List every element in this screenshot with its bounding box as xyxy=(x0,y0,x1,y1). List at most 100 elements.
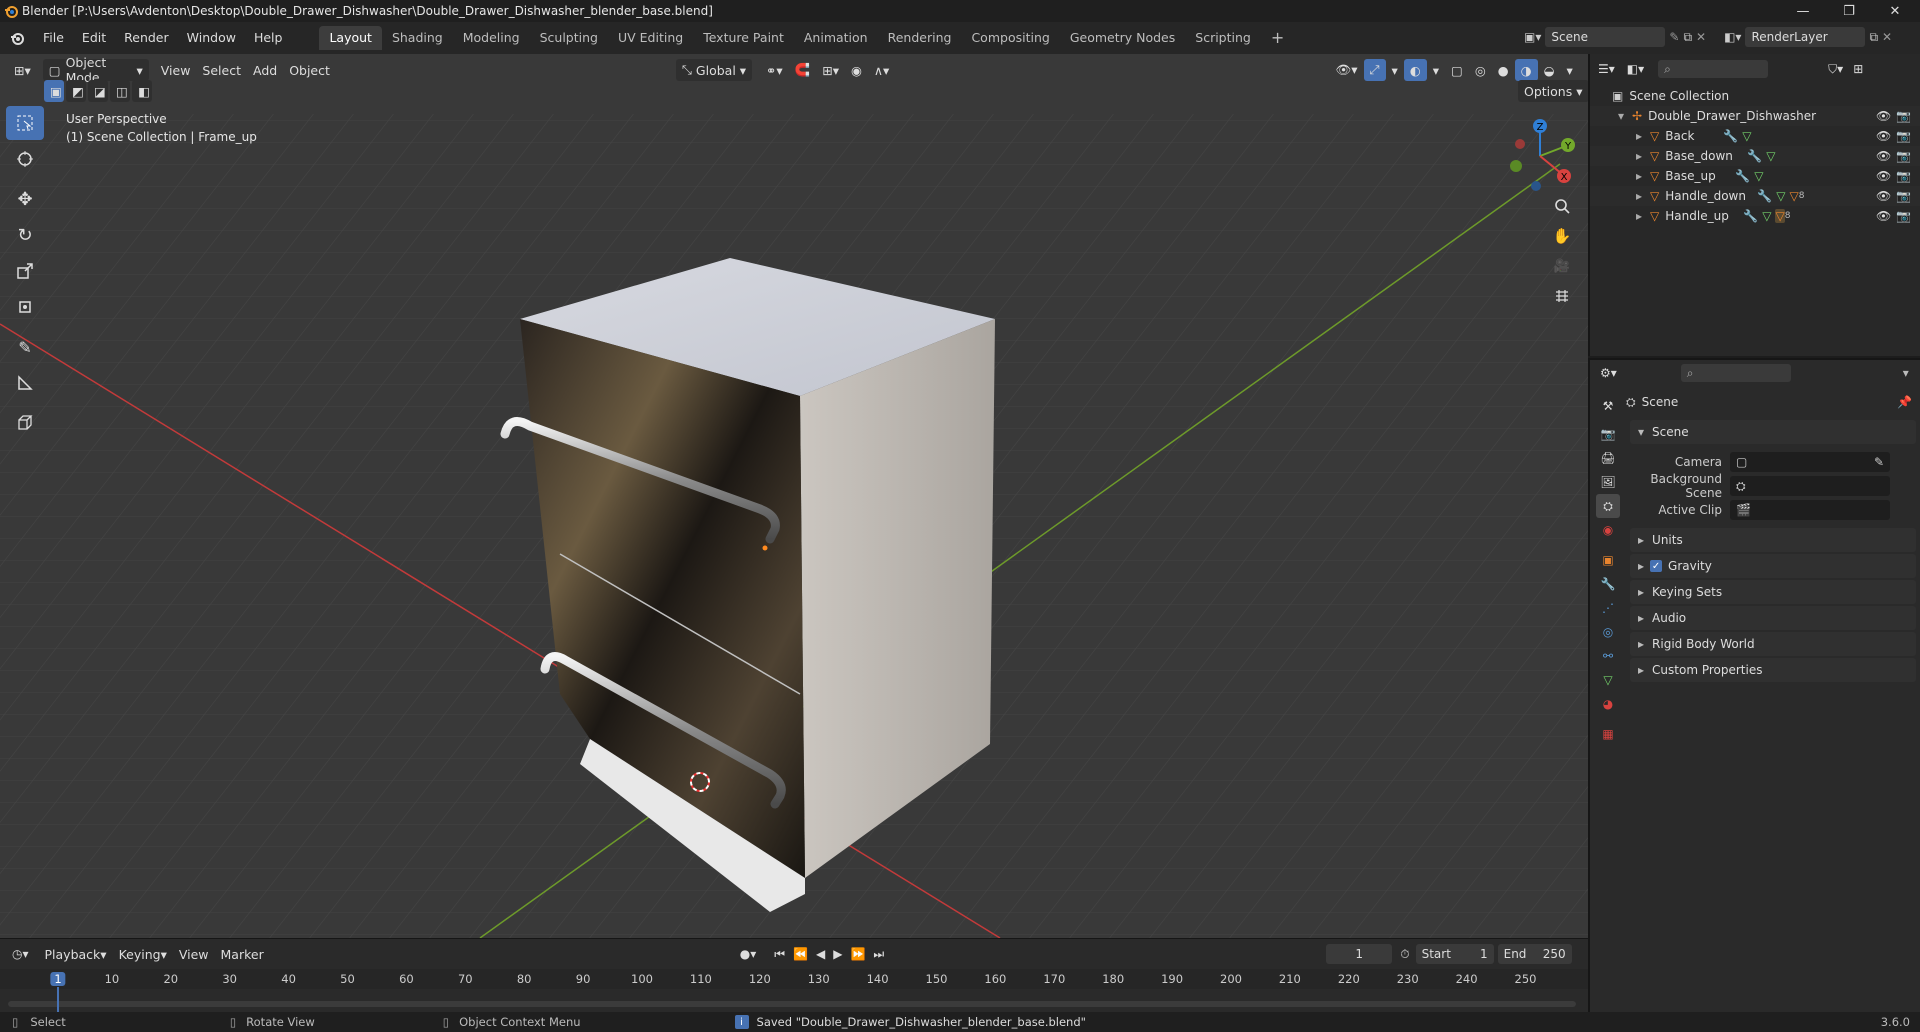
measure-tool-icon[interactable] xyxy=(6,366,44,400)
tab-rendering[interactable]: Rendering xyxy=(878,26,962,50)
zoom-icon[interactable] xyxy=(1548,192,1576,220)
modifier-wrench-icon[interactable]: 🔧 xyxy=(1757,189,1772,203)
data-tab-icon[interactable]: ▽ xyxy=(1596,668,1620,692)
scene-selector[interactable]: Scene xyxy=(1545,27,1666,47)
shading-dropdown-icon[interactable]: ▾ xyxy=(1561,59,1579,81)
gravity-checkbox[interactable]: ✓ xyxy=(1650,560,1663,572)
frame-ruler[interactable]: 1 10 20 30 40 50 60 70 80 90 100 110 120 130 140 150 160… xyxy=(0,969,1588,989)
gizmo-dropdown-icon[interactable]: ▾ xyxy=(1386,59,1404,81)
tab-layout[interactable]: Layout xyxy=(319,26,382,50)
collection-row[interactable]: ▾ ✢ Double_Drawer_Dishwasher 👁 📷 xyxy=(1590,106,1920,126)
maximize-icon[interactable]: ❐ xyxy=(1826,0,1872,22)
scene-tab-icon[interactable]: ⛭ xyxy=(1596,494,1620,518)
blender-menu-icon[interactable] xyxy=(0,30,34,46)
menu-file[interactable]: File xyxy=(34,26,73,50)
view-layer-icon[interactable]: ◧▾ xyxy=(1724,30,1741,44)
menu-timeline-view[interactable]: View xyxy=(173,943,215,965)
material-tab-icon[interactable]: ◕ xyxy=(1596,692,1620,716)
display-mode-icon[interactable]: ◧▾ xyxy=(1627,62,1644,76)
solid-shading-icon[interactable]: ● xyxy=(1492,59,1515,81)
select-box-tool-icon[interactable] xyxy=(6,106,44,140)
tool-tab-icon[interactable]: ⚒ xyxy=(1596,394,1620,418)
render-camera-icon[interactable]: 📷 xyxy=(1896,209,1911,223)
panel-options-icon[interactable]: ▾ xyxy=(1903,366,1909,380)
move-tool-icon[interactable]: ✥ xyxy=(6,182,44,216)
end-frame-field[interactable]: End 250 xyxy=(1497,944,1572,964)
tab-animation[interactable]: Animation xyxy=(794,26,878,50)
constraints-tab-icon[interactable]: ⚯ xyxy=(1596,644,1620,668)
outliner-item-base-up[interactable]: ▸ ▽ Base_up 🔧 ▽ 👁 📷 xyxy=(1590,166,1920,186)
orientation-dropdown[interactable]: ⤡ Global ▾ xyxy=(675,59,752,81)
delete-scene-icon[interactable]: ✕ xyxy=(1696,30,1706,44)
material-icon[interactable]: ▽ xyxy=(1789,189,1798,203)
select-extend-icon[interactable]: ◩ xyxy=(66,80,86,102)
menu-object[interactable]: Object xyxy=(283,59,336,81)
visibility-eye-icon[interactable]: 👁 xyxy=(1876,189,1891,203)
new-scene-icon[interactable]: ⧉ xyxy=(1683,30,1692,45)
mesh-data-icon[interactable]: ▽ xyxy=(1762,209,1771,223)
tab-sculpting[interactable]: Sculpting xyxy=(530,26,608,50)
expand-arrow-icon[interactable]: ▸ xyxy=(1636,129,1642,143)
menu-window[interactable]: Window xyxy=(178,26,245,50)
modifier-wrench-icon[interactable]: 🔧 xyxy=(1723,129,1738,143)
pivot-icon[interactable]: ⚭▾ xyxy=(760,59,789,81)
properties-editor-icon[interactable]: ⚙▾ xyxy=(1600,366,1617,380)
xray-icon[interactable]: ▢ xyxy=(1445,59,1469,81)
properties-search-input[interactable]: ⌕ xyxy=(1680,364,1791,382)
camera-view-icon[interactable]: 🎥 xyxy=(1548,252,1576,280)
camera-field[interactable]: ▢ ✎ xyxy=(1730,452,1890,472)
play-reverse-icon[interactable]: ◀ xyxy=(816,947,825,961)
modifier-wrench-icon[interactable]: 🔧 xyxy=(1735,169,1750,183)
3d-viewport[interactable]: User Perspective (1) Scene Collection | … xyxy=(0,54,1588,938)
menu-edit[interactable]: Edit xyxy=(73,26,115,50)
mesh-data-icon[interactable]: ▽ xyxy=(1742,129,1751,143)
render-camera-icon[interactable]: 📷 xyxy=(1896,149,1911,163)
wireframe-shading-icon[interactable]: ◎ xyxy=(1469,59,1492,81)
expand-arrow-icon[interactable]: ▸ xyxy=(1636,169,1642,183)
transform-tool-icon[interactable] xyxy=(6,290,44,324)
gizmo-toggle-icon[interactable]: ⤢ xyxy=(1363,59,1386,81)
render-tab-icon[interactable]: 📷 xyxy=(1596,422,1620,446)
tab-compositing[interactable]: Compositing xyxy=(961,26,1059,50)
visibility-eye-icon[interactable]: 👁 xyxy=(1876,129,1891,143)
scale-tool-icon[interactable] xyxy=(6,254,44,288)
scene-type-icon[interactable]: ▣▾ xyxy=(1524,30,1541,44)
menu-playback[interactable]: Playback ▾ xyxy=(39,943,113,965)
proportional-edit-icon[interactable]: ◉ xyxy=(845,59,868,81)
rotate-tool-icon[interactable]: ↻ xyxy=(6,218,44,252)
modifier-wrench-icon[interactable]: 🔧 xyxy=(1747,149,1762,163)
rendered-shading-icon[interactable]: ◒ xyxy=(1538,59,1561,81)
add-cube-tool-icon[interactable] xyxy=(6,406,44,440)
menu-marker[interactable]: Marker xyxy=(215,943,270,965)
outliner-search-input[interactable]: ⌕ xyxy=(1658,60,1769,78)
expand-arrow-icon[interactable]: ▸ xyxy=(1636,189,1642,203)
select-intersect-icon[interactable]: ◧ xyxy=(132,80,152,102)
mesh-data-icon[interactable]: ▽ xyxy=(1766,149,1775,163)
visibility-icon[interactable]: 👁▾ xyxy=(1329,59,1363,81)
custom-properties-panel-header[interactable]: ▸ Custom Properties xyxy=(1630,658,1916,682)
expand-arrow-icon[interactable]: ▸ xyxy=(1636,149,1642,163)
outliner-item-handle-up[interactable]: ▸ ▽ Handle_up 🔧 ▽ ▽ 8 👁 📷 xyxy=(1590,206,1920,226)
particles-tab-icon[interactable]: ⋰ xyxy=(1596,596,1620,620)
mesh-data-icon[interactable]: ▽ xyxy=(1754,169,1763,183)
active-clip-field[interactable]: 🎬 xyxy=(1730,500,1890,520)
pin-icon[interactable]: ✎ xyxy=(1669,30,1679,44)
render-camera-icon[interactable]: 📷 xyxy=(1896,169,1911,183)
menu-select[interactable]: Select xyxy=(196,59,247,81)
units-panel-header[interactable]: ▸ Units xyxy=(1630,528,1916,552)
minimize-icon[interactable]: — xyxy=(1780,0,1826,22)
record-icon[interactable]: ●▾ xyxy=(740,947,757,961)
render-camera-icon[interactable]: 📷 xyxy=(1896,129,1911,143)
tab-scripting[interactable]: Scripting xyxy=(1185,26,1261,50)
snap-icon[interactable]: 🧲 xyxy=(789,59,817,81)
output-tab-icon[interactable]: 🖨 xyxy=(1596,446,1620,470)
falloff-icon[interactable]: ∧▾ xyxy=(868,59,895,81)
visibility-eye-icon[interactable]: 👁 xyxy=(1876,149,1891,163)
jump-keyframe-forward-icon[interactable]: ⏩ xyxy=(850,947,865,961)
scene-collection-row[interactable]: ▣ Scene Collection xyxy=(1590,86,1920,106)
delete-view-layer-icon[interactable]: ✕ xyxy=(1882,30,1892,44)
object-tab-icon[interactable]: ▣ xyxy=(1596,548,1620,572)
audio-panel-header[interactable]: ▸ Audio xyxy=(1630,606,1916,630)
material-shading-icon[interactable]: ◑ xyxy=(1514,59,1538,81)
tab-modeling[interactable]: Modeling xyxy=(453,26,530,50)
